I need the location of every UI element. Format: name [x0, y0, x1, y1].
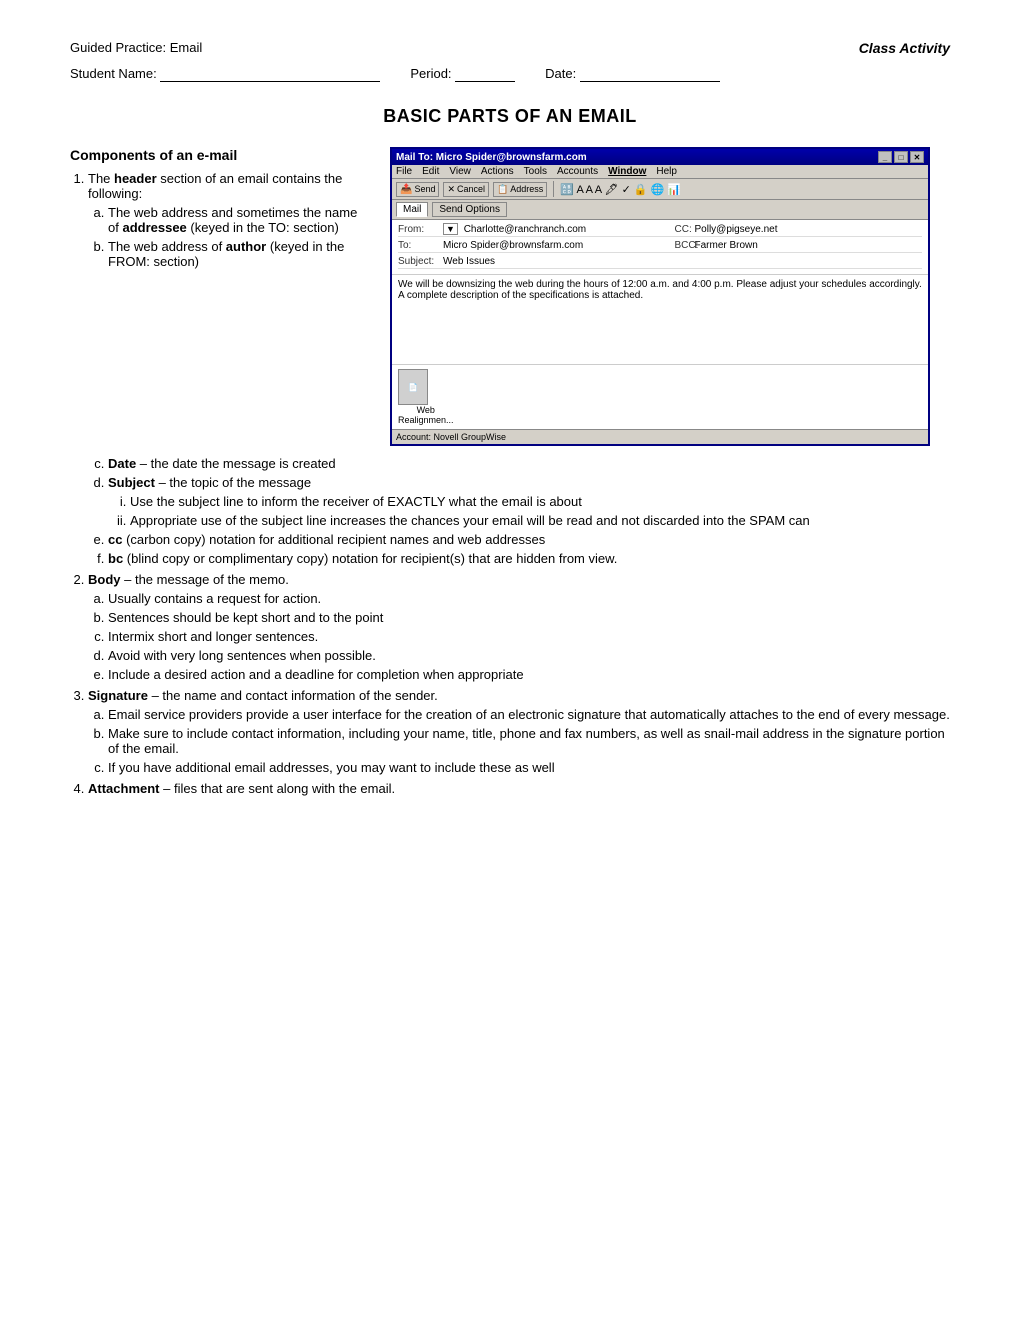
bcc-value: Farmer Brown [695, 240, 923, 251]
body-sub-c: Intermix short and longer sentences. [108, 629, 950, 644]
email-window-title: Mail To: Micro Spider@brownsfarm.com [396, 152, 587, 163]
tab-send-options[interactable]: Send Options [432, 202, 507, 217]
toolbar-icons: 🔠 A A A 🖋 ✓ 🔒 🌐 📊 [560, 183, 681, 196]
address-button[interactable]: 📋 Address [493, 182, 547, 197]
tab-mail[interactable]: Mail [396, 202, 428, 217]
list-item-4: Attachment – files that are sent along w… [88, 781, 950, 796]
sub-item-b: The web address of author (keyed in the … [108, 239, 370, 269]
send-button[interactable]: 📤 Send [396, 182, 439, 197]
header-row: Guided Practice: Email Class Activity [70, 40, 950, 56]
sig-sub-list: Email service providers provide a user i… [88, 707, 950, 775]
menu-file[interactable]: File [396, 166, 412, 177]
body-sub-list: Usually contains a request for action. S… [88, 591, 950, 682]
list-item-2: Body – the message of the memo. Usually … [88, 572, 950, 682]
email-body[interactable]: We will be downsizing the web during the… [392, 275, 928, 365]
menu-edit[interactable]: Edit [422, 166, 439, 177]
list-item-1-cont: Date – the date the message is created S… [88, 456, 950, 566]
body-sub-a: Usually contains a request for action. [108, 591, 950, 606]
student-name-field[interactable] [160, 66, 380, 82]
sub-list-cdef: Date – the date the message is created S… [88, 456, 950, 566]
from-value: ▼ Charlotte@ranchranch.com [443, 224, 671, 235]
attachment-label: WebRealignmen... [398, 405, 454, 425]
list-item-1: The header section of an email contains … [88, 171, 370, 269]
sub-item-d-ii: Appropriate use of the subject line incr… [130, 513, 950, 528]
sub-item-f: bc (blind copy or complimentary copy) no… [108, 551, 950, 566]
sub-list-a: The web address and sometimes the name o… [88, 205, 370, 269]
sub-item-e: cc (carbon copy) notation for additional… [108, 532, 950, 547]
bcc-label: BCC: [675, 240, 695, 251]
from-row: From: ▼ Charlotte@ranchranch.com CC: Pol… [398, 223, 922, 237]
email-tabs: Mail Send Options [392, 200, 928, 220]
class-activity-label: Class Activity [859, 40, 950, 56]
main-list: The header section of an email contains … [70, 171, 370, 269]
from-dropdown[interactable]: ▼ [443, 223, 458, 235]
toolbar-separator [553, 181, 554, 197]
email-fields: From: ▼ Charlotte@ranchranch.com CC: Pol… [392, 220, 928, 275]
menu-window[interactable]: Window [608, 166, 646, 177]
body-sub-b: Sentences should be kept short and to th… [108, 610, 950, 625]
sub-item-d: Subject – the topic of the message Use t… [108, 475, 950, 528]
sub-item-d-i: Use the subject line to inform the recei… [130, 494, 950, 509]
menu-tools[interactable]: Tools [524, 166, 547, 177]
email-menubar: File Edit View Actions Tools Accounts Wi… [392, 165, 928, 179]
period-label: Period: [410, 66, 515, 82]
subject-row: Subject: Web Issues [398, 255, 922, 269]
minimize-btn[interactable]: _ [878, 151, 892, 163]
cc-label: CC: [675, 224, 695, 235]
period-field[interactable] [455, 66, 515, 82]
to-value: Micro Spider@brownsfarm.com [443, 240, 671, 251]
menu-accounts[interactable]: Accounts [557, 166, 598, 177]
sub-item-c: Date – the date the message is created [108, 456, 950, 471]
student-info-row: Student Name: Period: Date: [70, 66, 950, 82]
sig-sub-a: Email service providers provide a user i… [108, 707, 950, 722]
sub-item-a: The web address and sometimes the name o… [108, 205, 370, 235]
student-name-label: Student Name: [70, 66, 380, 82]
list-items-234: Body – the message of the memo. Usually … [70, 572, 950, 796]
email-attachment-area: 📄 WebRealignmen... [392, 365, 928, 429]
two-column-layout: Components of an e-mail The header secti… [70, 147, 950, 446]
sig-sub-b: Make sure to include contact information… [108, 726, 950, 756]
content-below: Date – the date the message is created S… [70, 456, 950, 796]
menu-view[interactable]: View [449, 166, 471, 177]
maximize-btn[interactable]: □ [894, 151, 908, 163]
cc-value: Polly@pigseye.net [695, 224, 923, 235]
page-title: Basic Parts of an Email [70, 106, 950, 127]
email-window: Mail To: Micro Spider@brownsfarm.com _ □… [390, 147, 930, 446]
close-btn[interactable]: ✕ [910, 151, 924, 163]
titlebar-controls: _ □ ✕ [878, 151, 924, 163]
body-sub-e: Include a desired action and a deadline … [108, 667, 950, 682]
right-column: Mail To: Micro Spider@brownsfarm.com _ □… [390, 147, 950, 446]
cancel-icon: ✕ [447, 184, 455, 195]
menu-help[interactable]: Help [656, 166, 677, 177]
guided-practice-label: Guided Practice: Email [70, 40, 202, 55]
email-statusbar: Account: Novell GroupWise [392, 429, 928, 444]
cancel-button[interactable]: ✕ Cancel [443, 182, 489, 197]
send-icon: 📤 [400, 184, 412, 195]
to-label: To: [398, 240, 443, 251]
section-title: Components of an e-mail [70, 147, 370, 163]
attachment-icon: 📄 [398, 369, 428, 405]
attachment-item: 📄 WebRealignmen... [398, 369, 454, 425]
sig-sub-c: If you have additional email addresses, … [108, 760, 950, 775]
sub-list-roman: Use the subject line to inform the recei… [108, 494, 950, 528]
from-label: From: [398, 224, 443, 235]
left-column: Components of an e-mail The header secti… [70, 147, 370, 446]
date-label: Date: [545, 66, 720, 82]
subject-label: Subject: [398, 256, 443, 267]
to-row: To: Micro Spider@brownsfarm.com BCC: Far… [398, 239, 922, 253]
date-field[interactable] [580, 66, 720, 82]
email-toolbar: 📤 Send ✕ Cancel 📋 Address 🔠 A A A 🖋 ✓ 🔒 … [392, 179, 928, 200]
continued-list: Date – the date the message is created S… [70, 456, 950, 566]
email-titlebar: Mail To: Micro Spider@brownsfarm.com _ □… [392, 149, 928, 165]
menu-actions[interactable]: Actions [481, 166, 514, 177]
address-icon: 📋 [497, 184, 508, 195]
subject-value: Web Issues [443, 256, 922, 267]
body-sub-d: Avoid with very long sentences when poss… [108, 648, 950, 663]
list-item-3: Signature – the name and contact informa… [88, 688, 950, 775]
